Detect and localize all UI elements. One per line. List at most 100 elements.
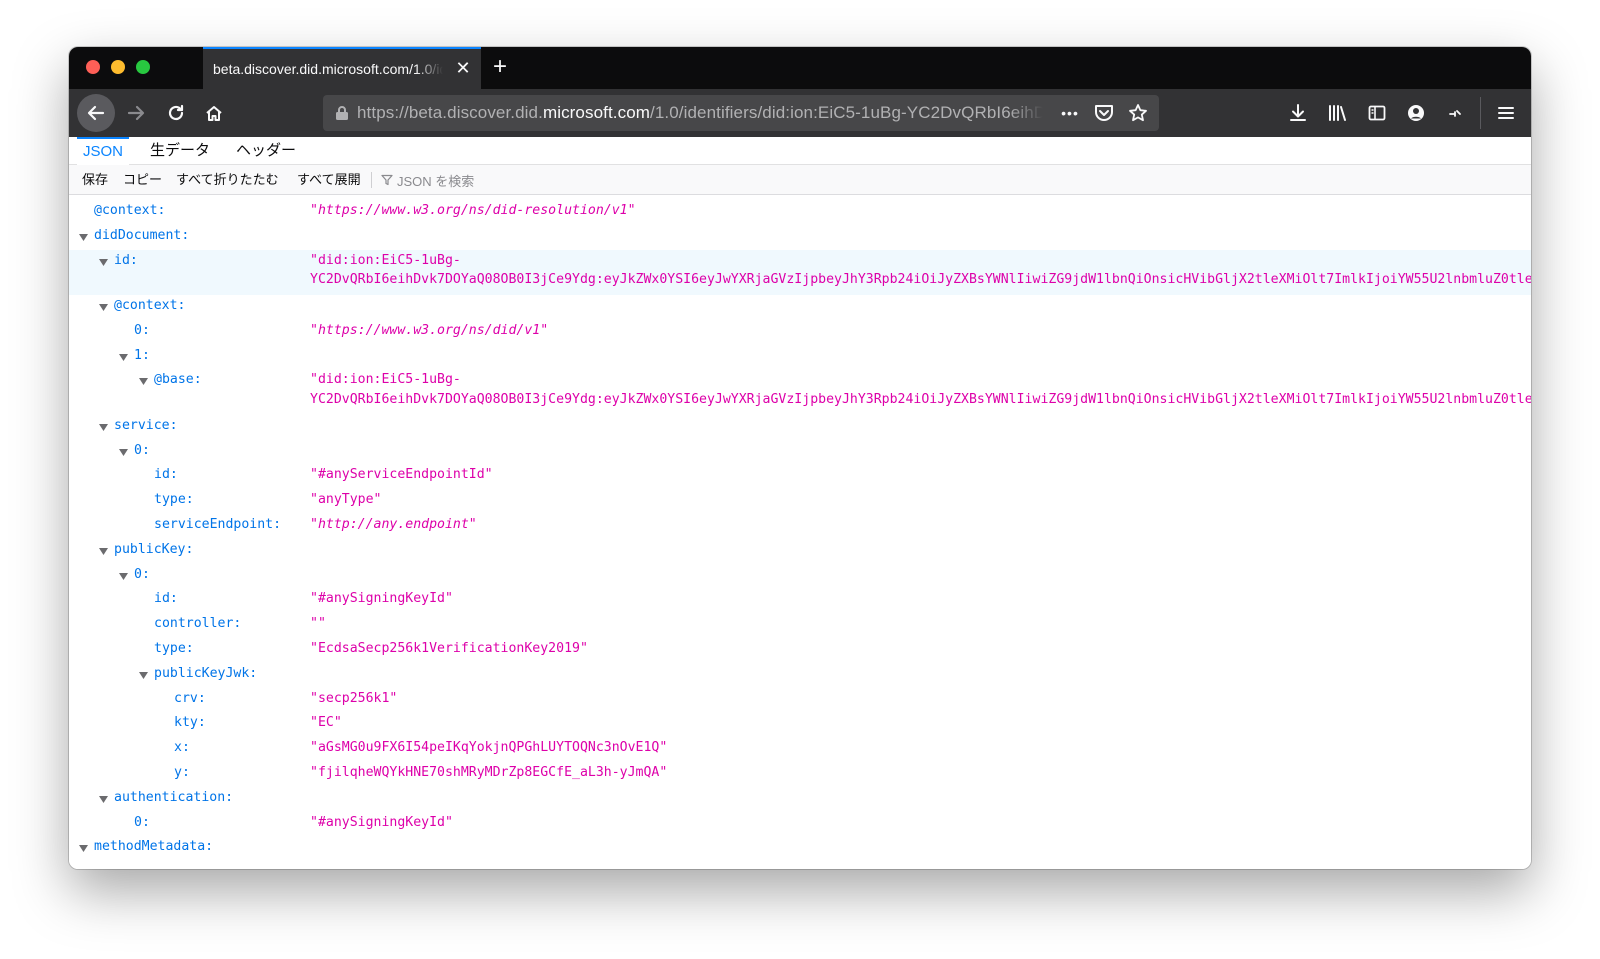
json-row[interactable]: 0: "#anySigningKeyId" [69, 812, 1531, 837]
json-key: id: [154, 591, 178, 607]
json-row[interactable]: y: "fjilqheWQYkHNE70shMRyMDrZp8EGCfE_aL3h… [69, 762, 1531, 787]
expand-toggle-icon[interactable] [119, 572, 128, 580]
json-key: kty: [174, 715, 206, 731]
json-key: publicKeyJwk: [154, 665, 258, 681]
json-value: "anyType" [310, 492, 382, 508]
toolbar-separator [1480, 97, 1481, 129]
tab-json[interactable]: JSON [77, 137, 130, 165]
json-row[interactable]: controller: "" [69, 613, 1531, 638]
expand-toggle-icon[interactable] [139, 378, 148, 386]
json-key: @base: [154, 372, 202, 388]
json-row[interactable]: x: "aGsMG0u9FX6I54peIKqYokjnQPGhLUYTOQNc3… [69, 737, 1531, 762]
sidebar-button[interactable] [1360, 96, 1394, 130]
json-row[interactable]: id: "#anySigningKeyId" [69, 588, 1531, 613]
minimize-window-button[interactable] [111, 60, 125, 74]
json-row[interactable]: id: "#anyServiceEndpointId" [69, 464, 1531, 489]
extension-button[interactable] [1438, 96, 1472, 130]
json-row[interactable]: crv: "secp256k1" [69, 688, 1531, 713]
bookmark-star-button[interactable] [1123, 99, 1153, 127]
json-row[interactable]: @context: "https://www.w3.org/ns/did-reso… [69, 200, 1531, 225]
json-viewer-tabs: JSON 生データ ヘッダー [69, 137, 1531, 165]
expand-all-button[interactable]: すべて展開 [297, 165, 361, 195]
library-button[interactable] [1321, 96, 1355, 130]
account-button[interactable] [1399, 96, 1433, 130]
tab-close-icon[interactable]: ✕ [453, 58, 473, 78]
json-row[interactable]: 1: [69, 345, 1531, 370]
json-row[interactable]: serviceEndpoint: "http://any.endpoint" [69, 514, 1531, 539]
lock-icon[interactable] [327, 105, 357, 121]
json-row[interactable]: didDocument: [69, 225, 1531, 250]
json-row[interactable]: type: "EcdsaSecp256k1VerificationKey2019" [69, 638, 1531, 663]
json-row[interactable]: kty: "EC" [69, 712, 1531, 737]
reload-button[interactable] [159, 96, 193, 130]
account-icon [1408, 105, 1424, 121]
json-row[interactable]: @base: "did:ion:EiC5-1uBg- YC2DvQRbI6eihD… [69, 369, 1531, 414]
filter-placeholder: JSON を検索 [397, 173, 475, 189]
json-row[interactable]: type: "anyType" [69, 489, 1531, 514]
json-key: service: [114, 417, 178, 433]
home-button[interactable] [197, 96, 231, 130]
save-button[interactable]: 保存 [82, 165, 108, 195]
expand-toggle-icon[interactable] [119, 353, 128, 361]
json-filter-input[interactable]: JSON を検索 [381, 169, 474, 191]
json-value: "#anyServiceEndpointId" [310, 467, 493, 483]
expand-toggle-icon[interactable] [99, 423, 108, 431]
app-menu-button[interactable] [1489, 96, 1523, 130]
json-value: "EC" [310, 715, 342, 731]
new-tab-button[interactable]: + [487, 54, 513, 80]
json-key: 0: [134, 442, 150, 458]
json-value: "fjilqheWQYkHNE70shMRyMDrZp8EGCfE_aL3h-y… [310, 765, 668, 780]
json-row[interactable]: methodMetadata: [69, 836, 1531, 861]
page-actions-more-button[interactable]: ••• [1055, 99, 1085, 127]
json-key: type: [154, 641, 194, 656]
json-key: crv: [174, 690, 206, 706]
browser-tab[interactable]: beta.discover.did.microsoft.com/1.0/iden… [203, 47, 481, 89]
url-domain: microsoft.com [542, 103, 651, 122]
close-window-button[interactable] [86, 60, 100, 74]
downloads-button[interactable] [1281, 96, 1315, 130]
url-text[interactable]: https://beta.discover.did.microsoft.com/… [357, 103, 1043, 123]
browser-window: beta.discover.did.microsoft.com/1.0/iden… [69, 47, 1531, 869]
json-key: publicKey: [114, 541, 194, 557]
json-row[interactable]: 0: [69, 440, 1531, 465]
json-row[interactable]: id: "did:ion:EiC5-1uBg- YC2DvQRbI6eihDvk7… [69, 249, 1531, 295]
expand-toggle-icon[interactable] [79, 845, 88, 853]
filter-icon [381, 174, 393, 186]
toolbar-divider [371, 172, 372, 188]
navigation-bar: https://beta.discover.did.microsoft.com/… [69, 89, 1531, 137]
json-key: x: [174, 740, 190, 756]
expand-toggle-icon[interactable] [79, 233, 88, 241]
json-key: 1: [134, 347, 150, 363]
forward-button[interactable] [119, 96, 153, 130]
back-button[interactable] [77, 94, 115, 132]
json-key: 0: [134, 814, 150, 830]
expand-toggle-icon[interactable] [99, 547, 108, 555]
expand-toggle-icon[interactable] [139, 671, 148, 679]
json-row[interactable]: publicKey: [69, 539, 1531, 564]
expand-toggle-icon[interactable] [99, 795, 108, 803]
arrow-right-icon [127, 105, 145, 121]
json-key: id: [154, 467, 178, 483]
star-icon [1129, 104, 1147, 122]
address-bar[interactable]: https://beta.discover.did.microsoft.com/… [323, 95, 1159, 131]
expand-toggle-icon[interactable] [99, 258, 108, 266]
tab-raw-data[interactable]: 生データ [144, 137, 216, 165]
json-row[interactable]: publicKeyJwk: [69, 663, 1531, 688]
json-row[interactable]: service: [69, 415, 1531, 440]
json-row[interactable]: 0: [69, 564, 1531, 589]
copy-button[interactable]: コピー [123, 165, 162, 195]
zoom-window-button[interactable] [136, 60, 150, 74]
json-viewer-toolbar: 保存 コピー すべて折りたたむ すべて展開 JSON を検索 [69, 165, 1531, 195]
arrow-left-icon [87, 105, 105, 121]
json-key: y: [174, 765, 190, 780]
json-value: "#anySigningKeyId" [310, 591, 453, 607]
tab-headers[interactable]: ヘッダー [230, 137, 302, 165]
json-row[interactable]: 0: "https://www.w3.org/ns/did/v1" [69, 320, 1531, 345]
expand-toggle-icon[interactable] [119, 448, 128, 456]
collapse-all-button[interactable]: すべて折りたたむ [176, 165, 279, 195]
home-icon [206, 106, 222, 121]
pocket-button[interactable] [1089, 99, 1119, 127]
json-row[interactable]: @context: [69, 295, 1531, 320]
json-row[interactable]: authentication: [69, 787, 1531, 812]
expand-toggle-icon[interactable] [99, 304, 108, 311]
